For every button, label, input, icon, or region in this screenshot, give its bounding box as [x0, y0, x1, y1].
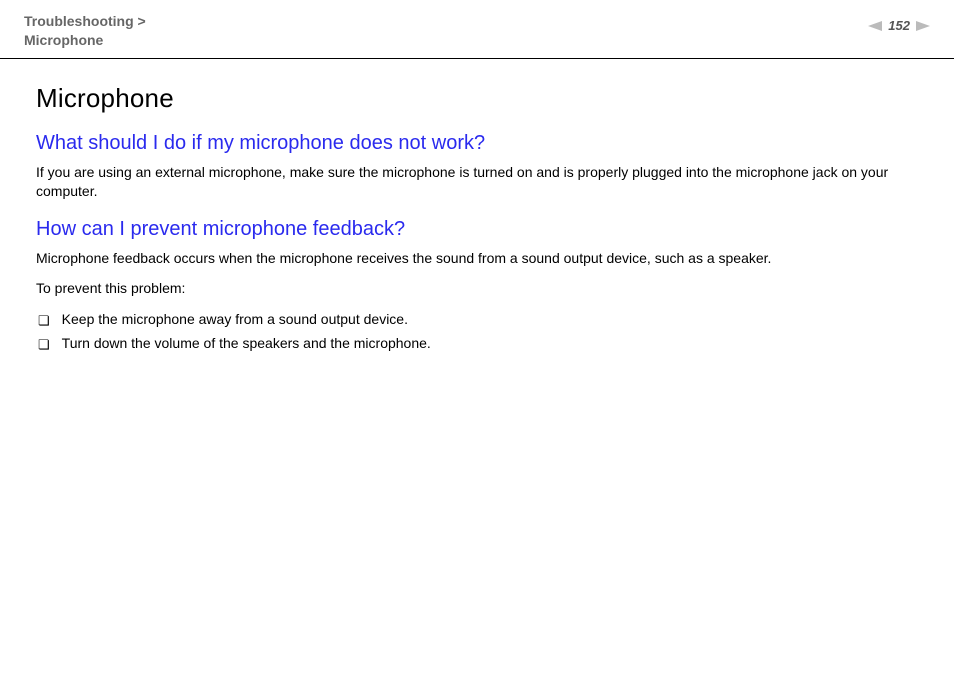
page-number: 152	[888, 18, 910, 33]
document-page: Troubleshooting > Microphone 152 Microph…	[0, 0, 954, 674]
bullet-list: ❏ Keep the microphone away from a sound …	[36, 308, 918, 356]
prev-page-arrow-icon[interactable]	[868, 21, 882, 31]
list-item-text: Turn down the volume of the speakers and…	[62, 332, 431, 356]
list-item: ❏ Turn down the volume of the speakers a…	[36, 332, 918, 356]
bullet-icon: ❏	[38, 314, 50, 327]
bullet-icon: ❏	[38, 338, 50, 351]
body-paragraph: If you are using an external microphone,…	[36, 163, 918, 202]
body-paragraph: To prevent this problem:	[36, 279, 918, 299]
next-page-arrow-icon[interactable]	[916, 21, 930, 31]
body-paragraph: Microphone feedback occurs when the micr…	[36, 249, 918, 269]
page-content: Microphone What should I do if my microp…	[0, 59, 954, 356]
section-heading: How can I prevent microphone feedback?	[36, 218, 918, 241]
page-navigation: 152	[868, 12, 930, 33]
list-item-text: Keep the microphone away from a sound ou…	[62, 308, 408, 332]
breadcrumb-line-2: Microphone	[24, 31, 146, 50]
page-title: Microphone	[36, 83, 918, 114]
breadcrumb-line-1: Troubleshooting >	[24, 12, 146, 31]
page-header: Troubleshooting > Microphone 152	[0, 0, 954, 59]
section-heading: What should I do if my microphone does n…	[36, 132, 918, 155]
breadcrumb: Troubleshooting > Microphone	[24, 12, 146, 50]
list-item: ❏ Keep the microphone away from a sound …	[36, 308, 918, 332]
